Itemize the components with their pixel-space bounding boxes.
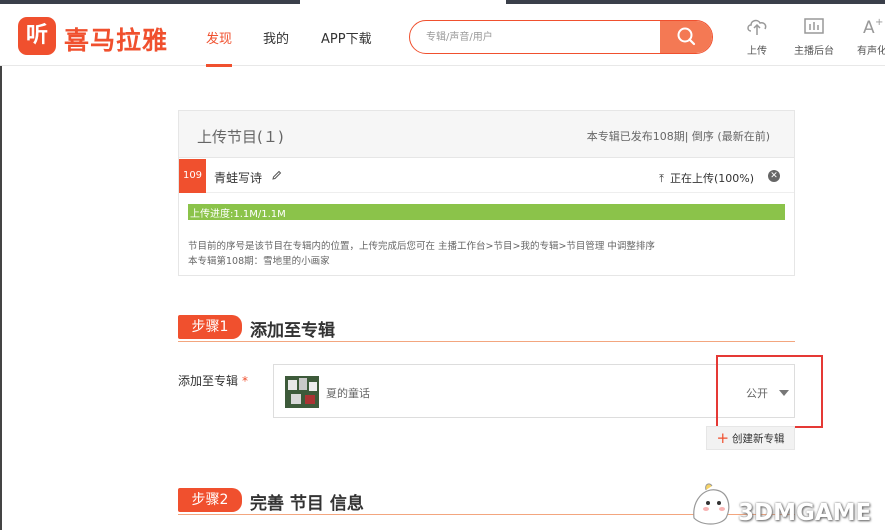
creator-dashboard-button[interactable]: 主播后台	[784, 16, 844, 57]
upload-panel-title: 上传节目(１)	[197, 128, 284, 146]
site-header: 听 喜马拉雅 发现 我的 APP下载 上传 主播后台 A	[0, 4, 885, 67]
search-input[interactable]	[410, 21, 662, 53]
upload-status-text: 正在上传(100%)	[669, 172, 754, 185]
required-mark: *	[242, 374, 249, 388]
font-plus-icon: A +	[863, 17, 883, 36]
plus-icon: +	[716, 429, 730, 447]
create-album-button[interactable]: + 创建新专辑	[706, 426, 795, 450]
nav-mine[interactable]: 我的	[263, 28, 289, 47]
creator-dashboard-label: 主播后台	[794, 46, 834, 57]
upload-panel-header: 上传节目(１) 本专辑已发布108期| 倒序 (最新在前)	[179, 111, 794, 158]
search-icon	[677, 27, 696, 46]
upload-note: 节目前的序号是该节目在专辑内的位置，上传完成后您可在 主播工作台>节目>我的专辑…	[188, 239, 655, 269]
step-title: 添加至专辑	[250, 321, 335, 341]
logo-icon[interactable]: 听	[18, 17, 56, 55]
create-album-label: 创建新专辑	[732, 433, 785, 445]
album-field-label-text: 添加至专辑	[178, 374, 239, 388]
audio-conversion-button[interactable]: A + 有声化	[842, 16, 885, 57]
upload-progress-label: 上传进度:1.1M/1.1M	[190, 209, 286, 220]
audio-conversion-label: 有声化	[857, 46, 885, 57]
step-badge: 步骤2	[178, 488, 242, 512]
svg-text:A: A	[863, 18, 875, 36]
watermark: 3DMGAME	[686, 478, 885, 530]
nav-discover[interactable]: 发现	[206, 28, 232, 47]
upload-panel: 上传节目(１) 本专辑已发布108期| 倒序 (最新在前) 109 青蛙写诗 ⤒…	[178, 110, 795, 276]
close-icon[interactable]: ✕	[768, 170, 780, 182]
svg-text:+: +	[875, 17, 883, 28]
track-number: 109	[179, 159, 206, 193]
mascot-icon	[693, 483, 730, 525]
album-field-label: 添加至专辑 *	[178, 372, 248, 389]
upload-label: 上传	[747, 46, 767, 57]
dashboard-icon	[804, 18, 824, 34]
album-name: 夏的童话	[326, 387, 370, 400]
upload-note-line: 本专辑第108期：雪地里的小画家	[188, 256, 330, 267]
upload-button[interactable]: 上传	[727, 16, 787, 57]
search-button[interactable]	[660, 21, 712, 53]
step-badge: 步骤1	[178, 315, 242, 339]
step-title: 完善 节目 信息	[250, 494, 364, 514]
nav-active-indicator	[206, 64, 232, 67]
pencil-icon[interactable]	[271, 170, 282, 181]
track-title: 青蛙写诗	[214, 171, 263, 185]
album-cover-thumbnail	[285, 376, 319, 408]
upload-cloud-icon	[747, 19, 767, 35]
upload-progress-bar: 上传进度:1.1M/1.1M	[188, 204, 785, 220]
step-1-header: 步骤1 添加至专辑	[178, 312, 795, 342]
page-edge	[0, 66, 2, 530]
search-box	[409, 20, 713, 54]
album-episode-info: 本专辑已发布108期| 倒序 (最新在前)	[586, 130, 770, 143]
brand-name[interactable]: 喜马拉雅	[64, 21, 168, 57]
watermark-text: 3DMGAME	[738, 500, 872, 526]
upload-track-row: 109 青蛙写诗 ⤒ 正在上传(100%) ✕	[179, 159, 794, 193]
upload-status: ⤒ 正在上传(100%)	[659, 170, 754, 186]
highlight-box	[716, 355, 823, 428]
upload-arrow-icon: ⤒	[659, 172, 664, 185]
nav-app-download[interactable]: APP下载	[321, 28, 372, 47]
upload-note-line: 节目前的序号是该节目在专辑内的位置，上传完成后您可在 主播工作台>节目>我的专辑…	[188, 241, 655, 252]
